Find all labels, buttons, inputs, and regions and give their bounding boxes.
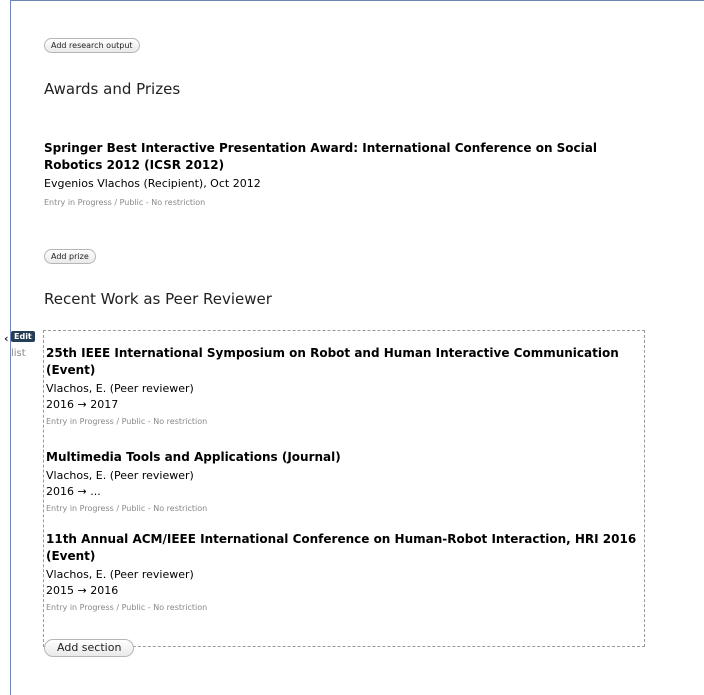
awards-section-title: Awards and Prizes [44,80,181,98]
peer-item-role: Vlachos, E. (Peer reviewer) [46,568,194,581]
list-item: Multimedia Tools and Applications (Journ… [46,449,644,513]
add-prize-button[interactable]: Add prize [44,249,96,264]
peer-item-title[interactable]: 11th Annual ACM/IEEE International Confe… [46,531,644,565]
peer-item-status: Entry in Progress / Public - No restrict… [46,417,208,426]
peer-item-title[interactable]: Multimedia Tools and Applications (Journ… [46,449,644,466]
add-section-button[interactable]: Add section [44,639,135,657]
award-item: Springer Best Interactive Presentation A… [44,140,644,207]
peer-item-status: Entry in Progress / Public - No restrict… [46,504,208,513]
list-item: 25th IEEE International Symposium on Rob… [46,345,644,426]
peer-item-role: Vlachos, E. (Peer reviewer) [46,382,194,395]
chevron-left-icon[interactable]: ‹ [4,332,9,345]
add-research-output-button[interactable]: Add research output [44,38,140,53]
list-label: list [11,348,26,359]
peer-item-dates: 2015 → 2016 [46,584,119,597]
peer-item-dates: 2016 → 2017 [46,398,119,411]
peer-item-dates: 2016 → ... [46,485,101,498]
peer-item-role: Vlachos, E. (Peer reviewer) [46,469,194,482]
peer-item-status: Entry in Progress / Public - No restrict… [46,603,208,612]
award-recipient: Evgenios Vlachos (Recipient), Oct 2012 [44,177,261,190]
peer-item-title[interactable]: 25th IEEE International Symposium on Rob… [46,345,644,379]
peer-review-list: 25th IEEE International Symposium on Rob… [43,330,645,647]
award-title[interactable]: Springer Best Interactive Presentation A… [44,140,644,174]
award-status: Entry in Progress / Public - No restrict… [44,198,206,207]
list-item: 11th Annual ACM/IEEE International Confe… [46,531,644,612]
peer-section-title: Recent Work as Peer Reviewer [44,290,272,308]
edit-button[interactable]: Edit [11,331,35,342]
frame-top-border [10,0,704,1]
